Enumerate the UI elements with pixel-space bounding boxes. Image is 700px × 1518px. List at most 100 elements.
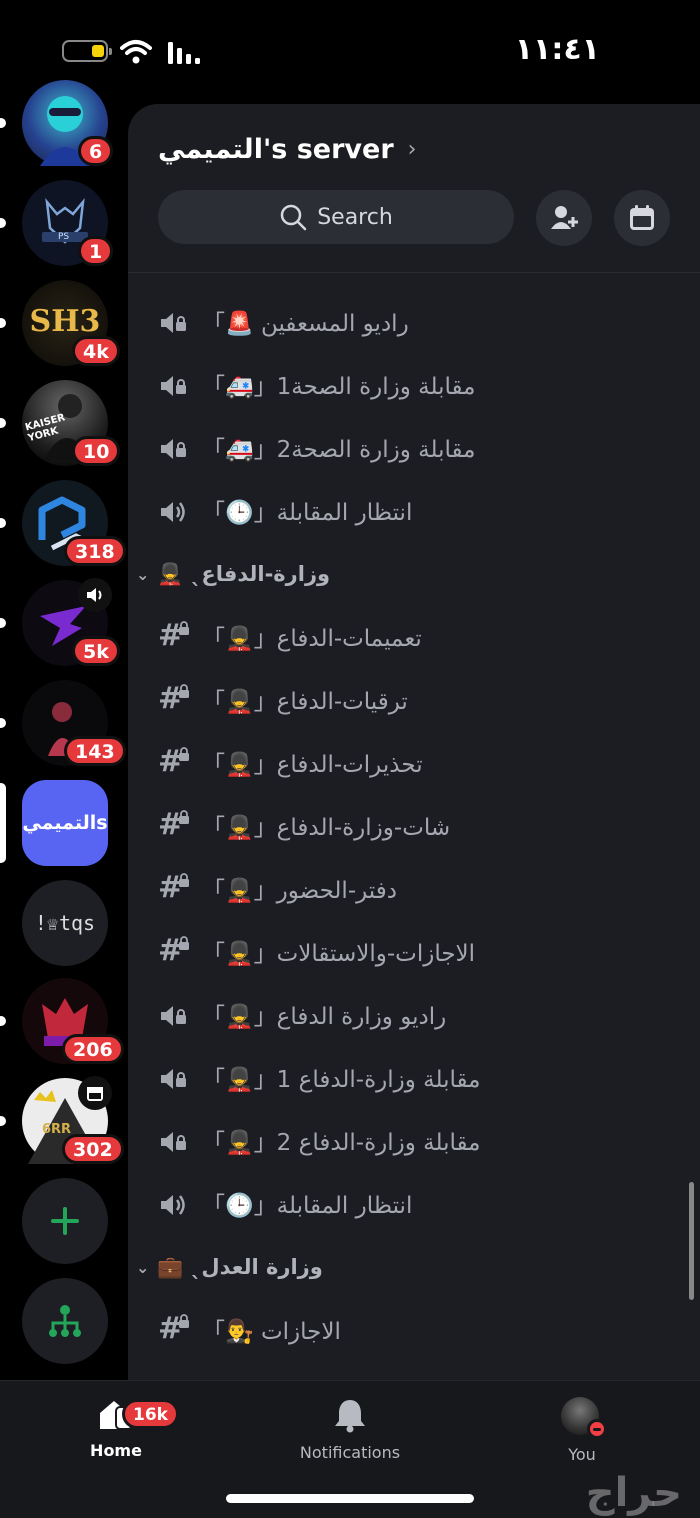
chevron-down-icon: ⌄	[136, 1257, 150, 1277]
text-channel[interactable]: # 「👨‍⚖️ الاجازات	[128, 1300, 688, 1360]
mention-badge: 318	[64, 536, 126, 566]
tab-notifications-label: Notifications	[299, 1443, 401, 1462]
channel-name: 「🚑」2مقابلة وزارة الصحة	[202, 437, 476, 463]
event-calendar-icon	[78, 1076, 112, 1110]
search-input[interactable]: Search	[158, 190, 514, 244]
speaker-icon	[161, 1195, 185, 1215]
calendar-icon	[630, 205, 654, 230]
tab-notifications[interactable]: Notifications	[270, 1397, 430, 1462]
battery-icon	[62, 40, 112, 62]
server-header[interactable]: التميمي's server ›	[158, 134, 416, 165]
text-channel[interactable]: # 「💂‍♂️」شات-وزارة-الدفاع	[128, 796, 688, 856]
voice-channel[interactable]: 「🚑」1مقابلة وزارة الصحة	[128, 355, 688, 415]
text-channel[interactable]: # 「💂‍♂️」الاجازات-والاستقالات	[128, 922, 688, 982]
channel-name: 「💂‍♂️」الاجازات-والاستقالات	[202, 941, 476, 967]
channel-name: 「💂‍♂️」دفتر-الحضور	[202, 878, 397, 904]
voice-channel[interactable]: 「💂‍♂️」2 مقابلة وزارة-الدفاع	[128, 1111, 688, 1171]
channel-name: 「🚨 راديو المسعفين	[202, 311, 409, 337]
home-badge: 16k	[122, 1399, 179, 1429]
lock-icon	[179, 621, 189, 635]
mention-badge: 1	[78, 236, 114, 266]
home-indicator[interactable]	[226, 1494, 474, 1503]
mention-badge: 10	[72, 436, 121, 466]
server-icon[interactable]: 6	[22, 80, 114, 166]
divider	[128, 272, 700, 273]
unread-indicator	[0, 1116, 6, 1126]
server-icon-selected[interactable]: التميميs	[22, 780, 108, 866]
server-label: SH3	[29, 304, 101, 339]
voice-channel[interactable]: 「🕒」انتظار المقابلة	[128, 1174, 688, 1234]
channel-name: 「🚑」1مقابلة وزارة الصحة	[202, 374, 476, 400]
voice-channel[interactable]: 「💂‍♂️」راديو وزارة الدفاع	[128, 985, 688, 1045]
tab-home[interactable]: 16k Home	[36, 1397, 196, 1460]
text-channel[interactable]: # 「💂‍♂️」تحذيرات-الدفاع	[128, 733, 688, 793]
text-channel[interactable]: # 「💂‍♂️」تعميمات-الدفاع	[128, 607, 688, 667]
unread-indicator	[0, 618, 6, 628]
events-button[interactable]	[614, 190, 670, 246]
server-icon[interactable]: 5k	[22, 578, 120, 666]
channel-name: 「💂‍♂️」2 مقابلة وزارة-الدفاع	[202, 1130, 481, 1156]
channel-category[interactable]: ⌄ 💼 ˎوزارة العدل	[136, 1247, 323, 1287]
search-icon	[280, 204, 307, 231]
mention-badge: 206	[62, 1034, 124, 1064]
lock-icon	[179, 936, 189, 950]
mention-badge: 5k	[72, 636, 120, 666]
speaker-icon	[161, 502, 185, 522]
server-icon[interactable]: PS 1	[22, 180, 114, 266]
channel-panel: التميمي's server › Search 「🚨 راديو المسع…	[128, 104, 700, 1380]
unread-indicator	[0, 518, 6, 528]
text-channel[interactable]: # 「💂‍♂️」ترقيات-الدفاع	[128, 670, 688, 730]
status-time: ١١:٤١	[514, 32, 600, 67]
server-label: التميميs	[22, 812, 108, 834]
hierarchy-icon	[49, 1305, 81, 1337]
lock-icon	[179, 1314, 189, 1328]
channel-name: 「💂‍♂️」شات-وزارة-الدفاع	[202, 815, 451, 841]
server-icon[interactable]: 318	[22, 480, 126, 566]
server-label: !♕tqs	[34, 911, 96, 935]
chevron-down-icon: ⌄	[136, 564, 150, 584]
speaker-icon	[161, 376, 186, 396]
server-icon[interactable]: 6RR 302	[22, 1076, 124, 1164]
lock-icon	[179, 810, 189, 824]
invite-members-button[interactable]	[536, 190, 592, 246]
channel-category[interactable]: ⌄ 💂‍♂️ ˎوزارة-الدفاع	[136, 554, 330, 594]
bell-icon	[335, 1400, 365, 1433]
search-placeholder: Search	[317, 204, 393, 230]
category-name: 💂‍♂️ ˎوزارة-الدفاع	[157, 561, 331, 586]
unread-indicator	[0, 318, 6, 328]
watermark-logo: حراج	[585, 1470, 682, 1516]
scrollbar[interactable]	[689, 1182, 694, 1300]
lock-icon	[179, 747, 189, 761]
chevron-right-icon: ›	[407, 137, 417, 162]
server-icon[interactable]: 143	[22, 680, 126, 766]
server-icon[interactable]: !♕tqs	[22, 880, 108, 966]
voice-channel[interactable]: 「🚑」2مقابلة وزارة الصحة	[128, 418, 688, 478]
server-icon[interactable]: KAISER YORK 10	[22, 380, 121, 466]
avatar	[561, 1397, 607, 1439]
mention-badge: 6	[78, 136, 114, 166]
voice-channel[interactable]: 「💂‍♂️」1 مقابلة وزارة-الدفاع	[128, 1048, 688, 1108]
speaker-icon	[161, 439, 186, 459]
voice-channel[interactable]: 「🚨 راديو المسعفين	[128, 292, 688, 352]
channel-name: 「💂‍♂️」تحذيرات-الدفاع	[202, 752, 423, 778]
unread-indicator	[0, 218, 6, 228]
channel-name: 「💂‍♂️」تعميمات-الدفاع	[202, 626, 422, 652]
category-name: 💼 ˎوزارة العدل	[157, 1254, 323, 1279]
add-user-icon	[551, 206, 578, 229]
unread-indicator	[0, 718, 6, 728]
text-channel[interactable]: # 「💂‍♂️」دفتر-الحضور	[128, 859, 688, 919]
server-icon[interactable]: SH3 4k	[22, 280, 120, 366]
add-server-button[interactable]	[22, 1178, 108, 1264]
voice-activity-icon	[78, 578, 112, 612]
speaker-icon	[161, 1132, 186, 1152]
server-name: التميمي's server	[158, 134, 394, 165]
server-icon[interactable]: 206	[22, 978, 124, 1064]
voice-channel[interactable]: 「🕒」انتظار المقابلة	[128, 481, 688, 541]
tab-you[interactable]: You	[502, 1397, 662, 1464]
speaker-icon	[161, 313, 186, 333]
mention-badge: 4k	[72, 336, 120, 366]
unread-indicator	[0, 118, 6, 128]
lock-icon	[179, 684, 189, 698]
channel-name: 「👨‍⚖️ الاجازات	[202, 1319, 341, 1345]
discover-servers-button[interactable]	[22, 1278, 108, 1364]
